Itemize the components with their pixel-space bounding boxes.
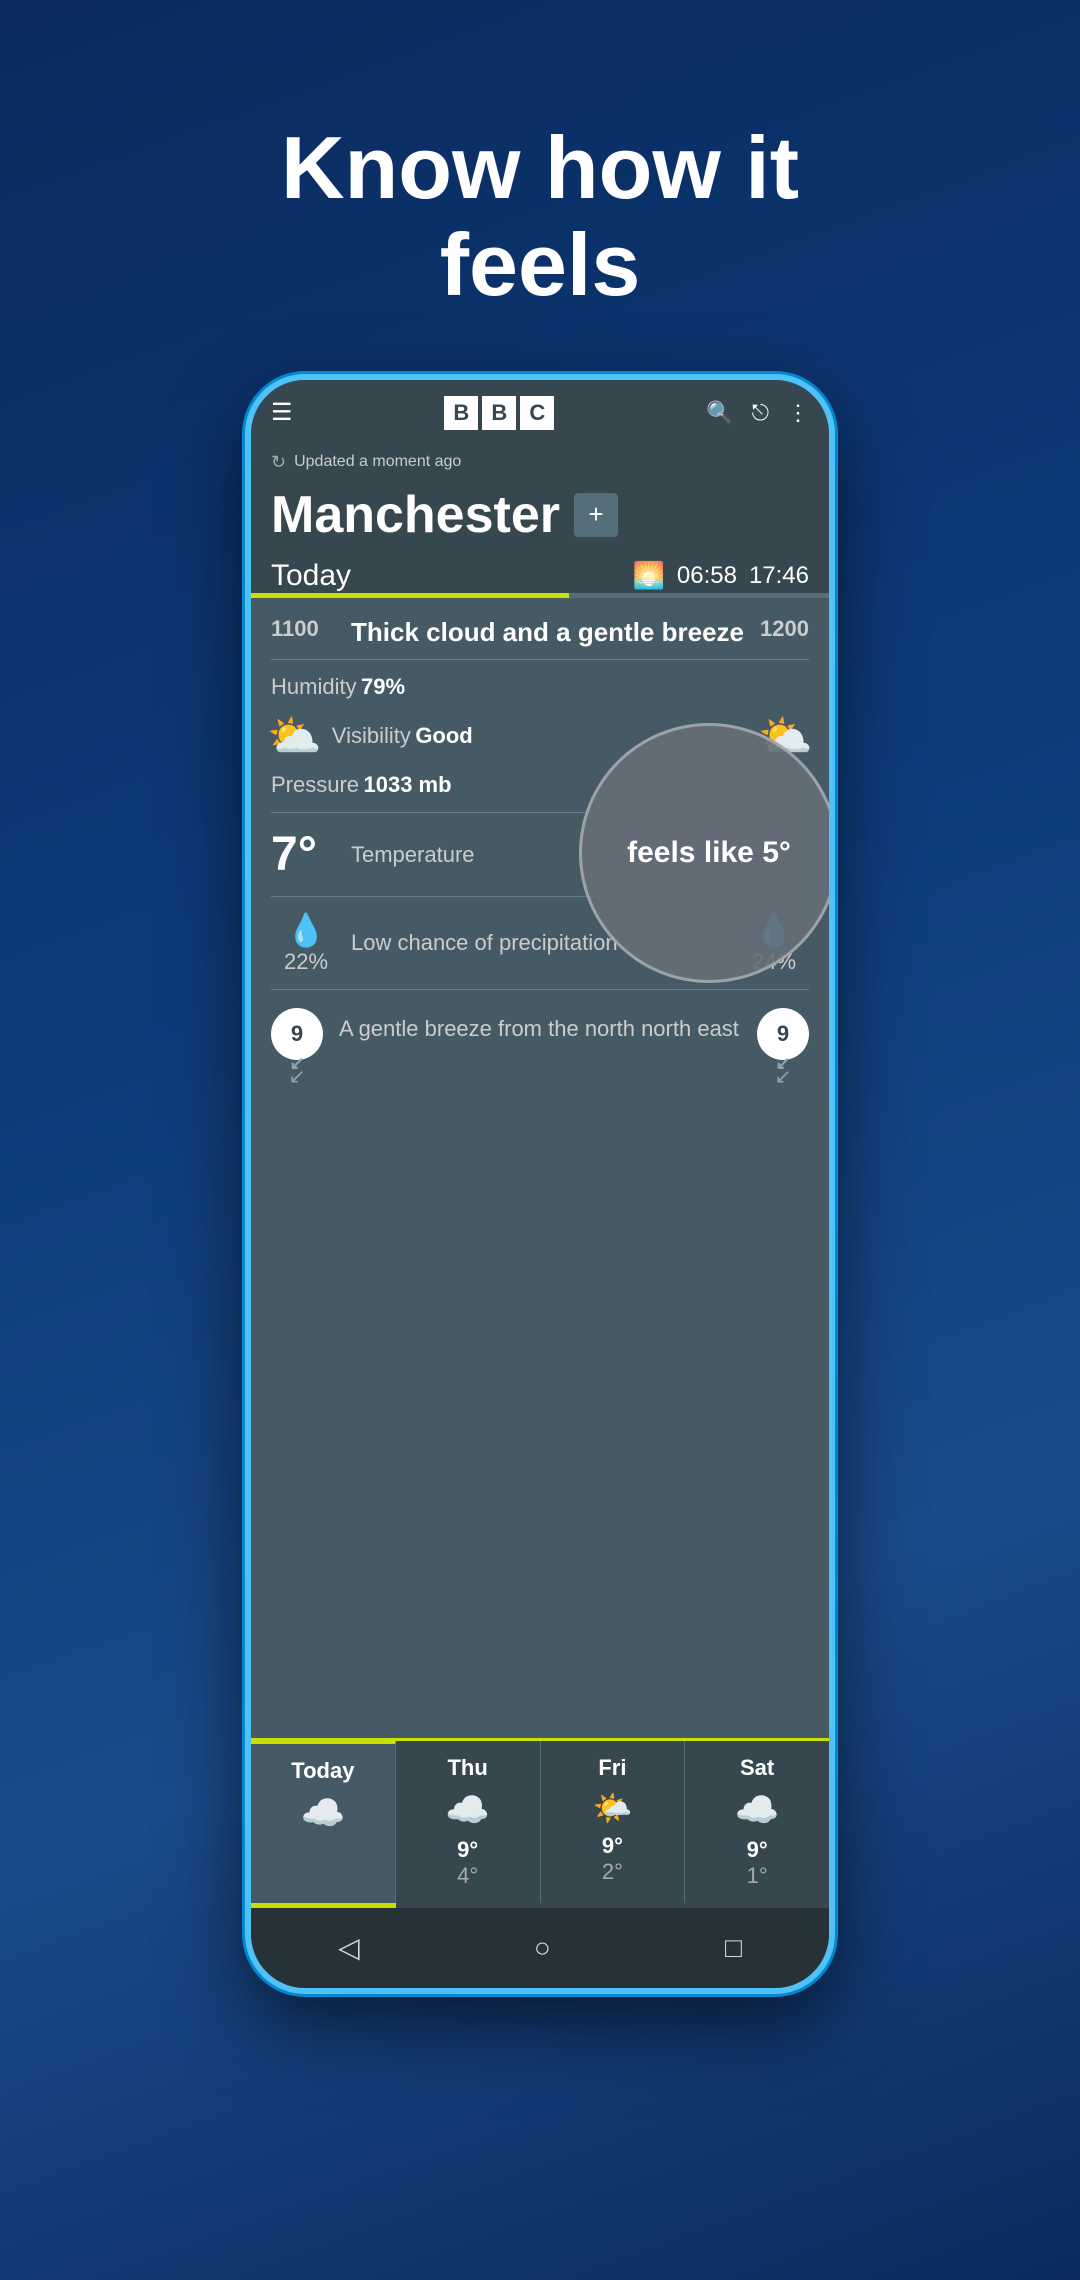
divider-1 (271, 659, 809, 660)
sun-times: 🌅 06:58 17:46 (633, 560, 810, 591)
share-icon[interactable]: ⎋ (752, 400, 769, 426)
time-start: 1100 (271, 616, 351, 642)
bbc-logo: B B C (444, 396, 554, 430)
forecast-bar: Today ☁️ Thu ☁️ 9° 4° Fri 🌤️ 9° 2° Sat ☁… (251, 1738, 829, 1903)
pressure-value: 1033 mb (364, 772, 452, 798)
wind-badge-right: 9 (757, 1008, 809, 1060)
add-location-button[interactable]: + (574, 493, 618, 537)
temperature-row: 7° Temperature feels like 5° (251, 823, 829, 886)
time-end: 1200 (760, 616, 809, 642)
forecast-day-label-today: Today (291, 1758, 354, 1784)
recents-button[interactable]: □ (725, 1932, 742, 1964)
top-bar-icons: 🔍 ⎋ ⋮ (706, 400, 809, 426)
precip-left: 💧 22% (271, 911, 341, 975)
phone-mockup: ☰ B B C 🔍 ⎋ ⋮ ↻ Updated a moment ago Man… (245, 374, 835, 1994)
bbc-c: C (520, 396, 554, 430)
hero-title: Know how it feels (200, 120, 880, 314)
refresh-icon: ↻ (271, 452, 286, 473)
divider-4 (271, 989, 809, 990)
humidity-value: 79% (361, 674, 405, 700)
menu-icon[interactable]: ☰ (271, 398, 293, 427)
forecast-icon-sat: ☁️ (735, 1789, 780, 1831)
wind-row: 9 ↙ A gentle breeze from the north north… (251, 1000, 829, 1097)
feels-like-bubble: feels like 5° (579, 723, 829, 983)
forecast-temps-sat: 9° 1° (747, 1837, 768, 1889)
update-text: Updated a moment ago (294, 453, 461, 471)
weather-description: Thick cloud and a gentle breeze (351, 616, 760, 650)
bbc-b2: B (482, 396, 516, 430)
visibility-value: Good (415, 723, 472, 749)
wind-badge-left: 9 (271, 1008, 323, 1060)
humidity-row: Humidity 79% (251, 670, 829, 704)
bbc-b1: B (444, 396, 478, 430)
weather-content: 1100 Thick cloud and a gentle breeze 120… (251, 598, 829, 1738)
hero-line2: feels (440, 215, 641, 314)
forecast-sat[interactable]: Sat ☁️ 9° 1° (685, 1741, 829, 1903)
pressure-label: Pressure (271, 772, 359, 798)
feels-like-text: feels like 5° (627, 836, 791, 870)
forecast-temps-fri: 9° 2° (602, 1833, 623, 1885)
wind-badge-right-container: 9 ↙ (757, 1008, 809, 1089)
top-bar: ☰ B B C 🔍 ⎋ ⋮ (251, 380, 829, 446)
forecast-day-label-fri: Fri (598, 1755, 626, 1781)
location-name: Manchester (271, 485, 560, 545)
forecast-high-sat: 9° (747, 1837, 768, 1863)
location-bar: Manchester + (251, 481, 829, 553)
home-button[interactable]: ○ (534, 1932, 551, 1964)
today-label: Today (271, 559, 351, 593)
search-icon[interactable]: 🔍 (706, 400, 733, 426)
today-row: Today 🌅 06:58 17:46 (251, 553, 829, 593)
humidity-label: Humidity (271, 674, 357, 700)
forecast-icon-thu: ☁️ (445, 1789, 490, 1831)
forecast-low-fri: 2° (602, 1859, 623, 1885)
forecast-fri[interactable]: Fri 🌤️ 9° 2° (541, 1741, 686, 1903)
precip-icon-left: 💧 (286, 911, 326, 949)
forecast-icon-today: ☁️ (300, 1792, 345, 1834)
more-icon[interactable]: ⋮ (787, 400, 809, 426)
hero-line1: Know how it (281, 118, 799, 217)
temperature-value: 7° (271, 827, 351, 882)
nav-bar: ◁ ○ □ (251, 1908, 829, 1988)
forecast-today[interactable]: Today ☁️ (251, 1741, 396, 1903)
precip-pct-left: 22% (284, 949, 328, 975)
weather-time-row: 1100 Thick cloud and a gentle breeze 120… (251, 598, 829, 650)
forecast-high-fri: 9° (602, 1833, 623, 1859)
forecast-thu[interactable]: Thu ☁️ 9° 4° (396, 1741, 541, 1903)
back-button[interactable]: ◁ (338, 1931, 360, 1964)
forecast-day-label-sat: Sat (740, 1755, 774, 1781)
forecast-icon-fri: 🌤️ (592, 1789, 632, 1827)
visibility-label: Visibility (332, 723, 411, 749)
forecast-temps-thu: 9° 4° (457, 1837, 478, 1889)
forecast-high-thu: 9° (457, 1837, 478, 1863)
update-bar: ↻ Updated a moment ago (251, 446, 829, 481)
sunset-time: 17:46 (749, 562, 809, 590)
wind-badge-left-container: 9 ↙ (271, 1008, 323, 1089)
forecast-low-sat: 1° (747, 1863, 768, 1889)
forecast-low-thu: 4° (457, 1863, 478, 1889)
cloud-left-icon: ⛅ (267, 710, 322, 762)
wind-description: A gentle breeze from the north north eas… (323, 1008, 757, 1051)
forecast-day-label-thu: Thu (447, 1755, 487, 1781)
sunrise-time: 06:58 (677, 562, 737, 590)
sunrise-icon: 🌅 (633, 560, 665, 591)
